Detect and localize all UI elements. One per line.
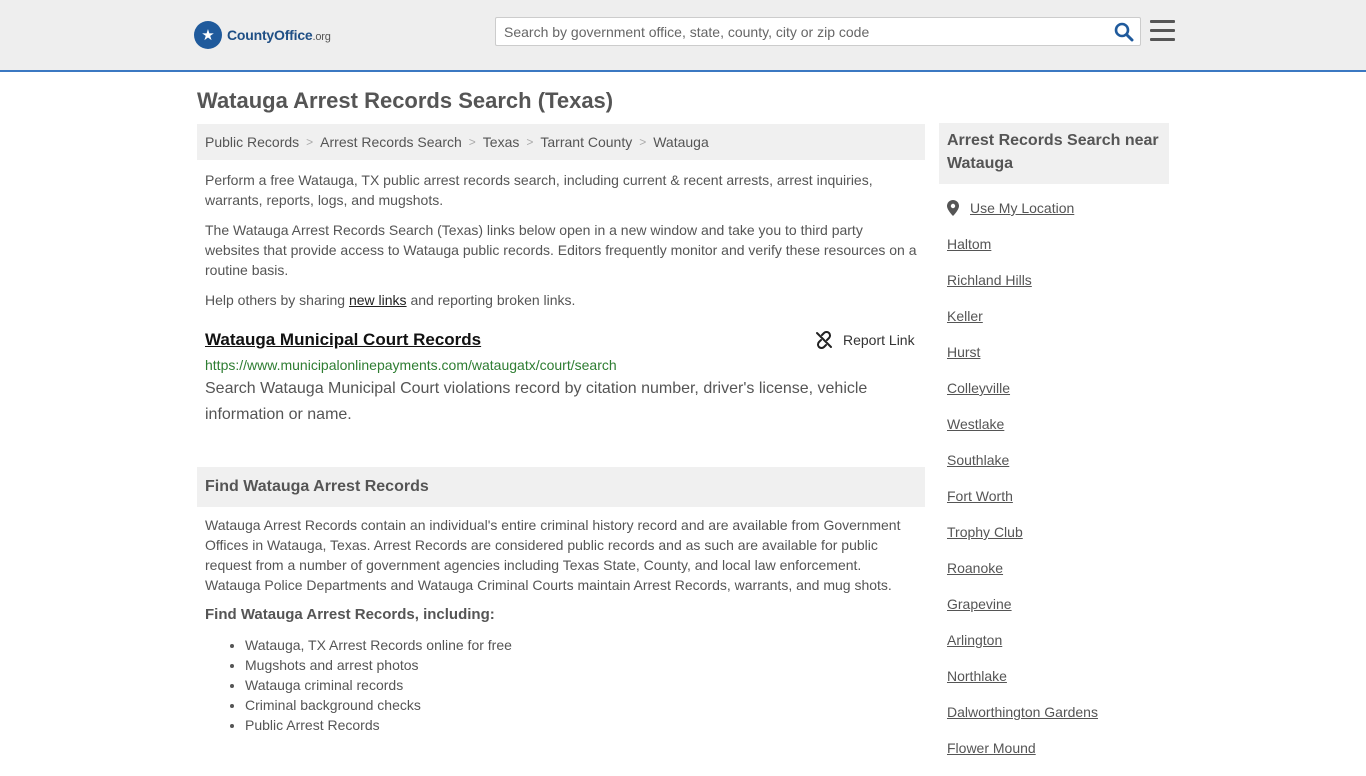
breadcrumb-texas[interactable]: Texas xyxy=(483,134,520,150)
find-section-heading: Find Watauga Arrest Records xyxy=(197,467,925,507)
nearby-link-northlake[interactable]: Northlake xyxy=(947,668,1007,684)
result-description: Search Watauga Municipal Court violation… xyxy=(205,380,868,423)
nearby-link-colleyville[interactable]: Colleyville xyxy=(947,380,1010,396)
intro-paragraph-3: Help others by sharing new links and rep… xyxy=(205,290,920,310)
report-link-button[interactable]: Report Link xyxy=(815,331,915,349)
nearby-locations-list: Haltom Richland Hills Keller Hurst Colle… xyxy=(947,236,1098,776)
nearby-link-southlake[interactable]: Southlake xyxy=(947,452,1009,468)
logo-brand: CountyOffice xyxy=(227,27,313,43)
nearby-link-keller[interactable]: Keller xyxy=(947,308,983,324)
list-item: Public Arrest Records xyxy=(245,715,512,735)
list-item: Criminal background checks xyxy=(245,695,512,715)
list-item: Watauga, TX Arrest Records online for fr… xyxy=(245,635,512,655)
use-my-location-label: Use My Location xyxy=(970,200,1075,216)
breadcrumb-tarrant-county[interactable]: Tarrant County xyxy=(540,134,632,150)
broken-link-icon xyxy=(816,331,832,349)
nearby-link-westlake[interactable]: Westlake xyxy=(947,416,1004,432)
nearby-link-dalworthington-gardens[interactable]: Dalworthington Gardens xyxy=(947,704,1098,720)
site-header: ★ CountyOffice.org xyxy=(0,0,1366,72)
search-box xyxy=(495,17,1141,46)
result-url: https://www.municipalonlinepayments.com/… xyxy=(205,357,617,373)
breadcrumb-arrest-records-search[interactable]: Arrest Records Search xyxy=(320,134,462,150)
list-item: Watauga criminal records xyxy=(245,675,512,695)
nearby-link-roanoke[interactable]: Roanoke xyxy=(947,560,1003,576)
hamburger-menu-icon[interactable] xyxy=(1150,20,1175,42)
breadcrumb-separator: > xyxy=(526,135,534,149)
page-title: Watauga Arrest Records Search (Texas) xyxy=(197,88,614,113)
nearby-link-arlington[interactable]: Arlington xyxy=(947,632,1002,648)
breadcrumb: Public Records > Arrest Records Search >… xyxy=(197,124,925,160)
nearby-link-richland-hills[interactable]: Richland Hills xyxy=(947,272,1032,288)
nearby-link-grapevine[interactable]: Grapevine xyxy=(947,596,1012,612)
find-section-list: Watauga, TX Arrest Records online for fr… xyxy=(245,635,512,735)
find-section-body: Watauga Arrest Records contain an indivi… xyxy=(205,517,901,593)
intro-paragraph-1: Perform a free Watauga, TX public arrest… xyxy=(205,172,873,208)
find-section-subheading: Find Watauga Arrest Records, including: xyxy=(205,606,495,623)
intro-p3-before: Help others by sharing xyxy=(205,292,349,308)
nearby-link-flower-mound[interactable]: Flower Mound xyxy=(947,740,1036,756)
list-item: Mugshots and arrest photos xyxy=(245,655,512,675)
map-pin-icon xyxy=(947,200,959,216)
site-logo[interactable]: ★ CountyOffice.org xyxy=(194,21,331,49)
breadcrumb-separator: > xyxy=(468,135,476,149)
intro-paragraph-2: The Watauga Arrest Records Search (Texas… xyxy=(205,222,917,278)
breadcrumb-watauga[interactable]: Watauga xyxy=(653,134,709,150)
nearby-link-fort-worth[interactable]: Fort Worth xyxy=(947,488,1013,504)
nearby-link-trophy-club[interactable]: Trophy Club xyxy=(947,524,1023,540)
nearby-link-haltom[interactable]: Haltom xyxy=(947,236,991,252)
result-title-link[interactable]: Watauga Municipal Court Records xyxy=(205,330,481,350)
breadcrumb-separator: > xyxy=(306,135,314,149)
logo-text: CountyOffice.org xyxy=(227,27,331,43)
breadcrumb-separator: > xyxy=(639,135,647,149)
search-icon[interactable] xyxy=(1114,22,1134,42)
new-links-link[interactable]: new links xyxy=(349,292,407,308)
search-input[interactable] xyxy=(496,18,1106,45)
use-my-location-link[interactable]: Use My Location xyxy=(947,200,1074,216)
nearby-link-hurst[interactable]: Hurst xyxy=(947,344,980,360)
eagle-seal-icon: ★ xyxy=(194,21,222,49)
logo-tld: .org xyxy=(312,31,331,43)
report-link-label: Report Link xyxy=(843,332,915,348)
breadcrumb-public-records[interactable]: Public Records xyxy=(205,134,299,150)
sidebar-heading: Arrest Records Search near Watauga xyxy=(939,123,1169,184)
intro-p3-after: and reporting broken links. xyxy=(406,292,576,308)
